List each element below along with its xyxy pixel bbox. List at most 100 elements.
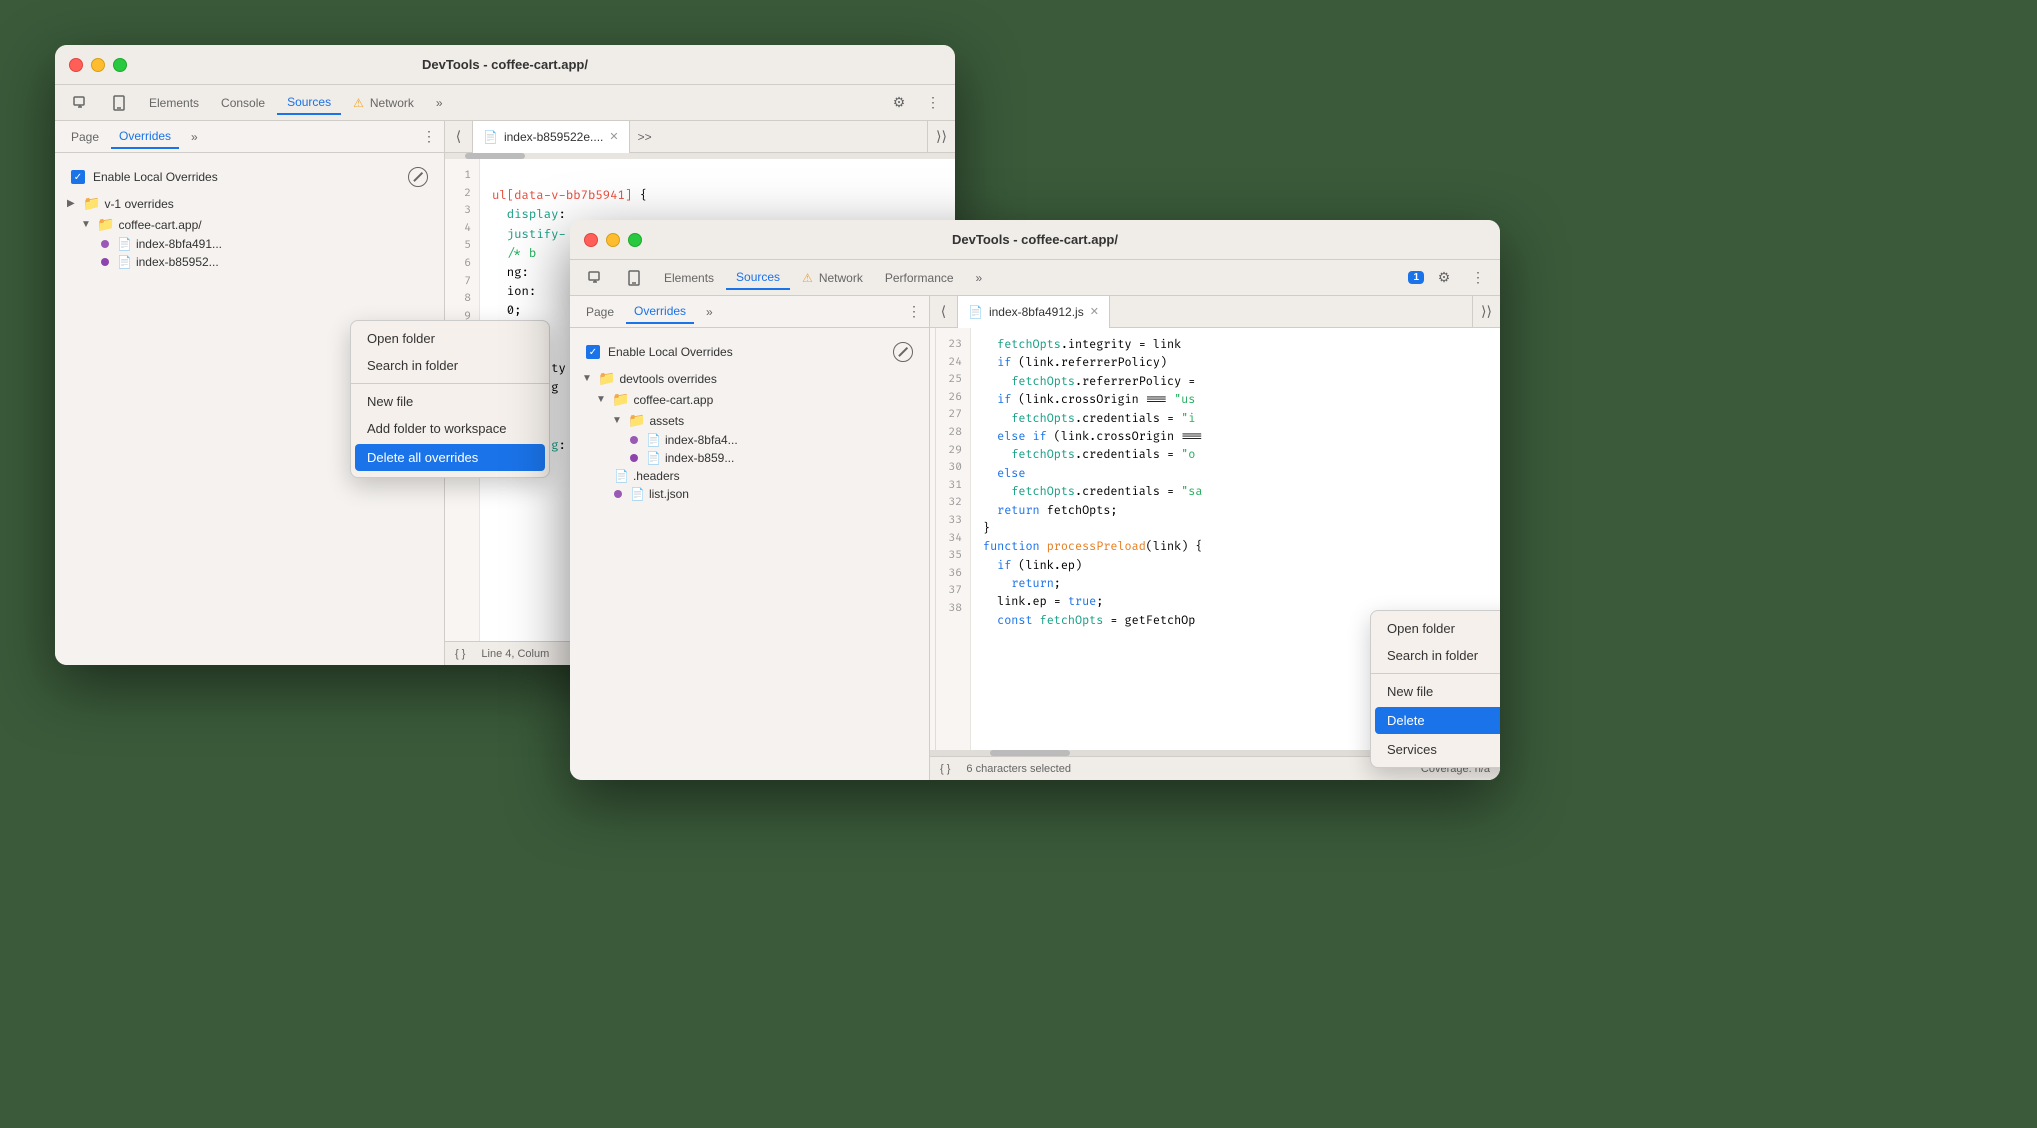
tab-network-back[interactable]: ⚠ Network [343,92,424,114]
sidebar-tab-more-front[interactable]: » [698,301,721,323]
code-line-33-front: } [983,520,1488,538]
maximize-button-back[interactable] [113,58,127,72]
tab-elements-front[interactable]: Elements [654,267,724,289]
minimize-button-front[interactable] [606,233,620,247]
code-line-27-front: fetchOpts.credentials = "i [983,410,1488,428]
tab-console-back[interactable]: Console [211,92,275,114]
enable-overrides-checkbox-back[interactable]: ✓ [71,170,85,184]
more-button-front[interactable]: ⋮ [1464,264,1492,292]
tree-file1-front[interactable]: 📄 index-8bfa4... [578,431,921,449]
sidebar-tab-page-back[interactable]: Page [63,126,107,148]
code-line-25-front: fetchOpts.referrerPolicy = [983,373,1488,391]
ctx-open-folder-back[interactable]: Open folder [351,325,549,352]
tree-arrow-assets-front: ▼ [612,415,624,426]
editor-file-tab-front[interactable]: 📄 index-8bfa4912.js ✕ [958,296,1110,328]
tree-arrow-root-back: ▶ [67,198,79,209]
sidebar-menu-front[interactable]: ⋮ [907,303,921,320]
tree-root-front[interactable]: ▼ 📁 devtools overrides [578,368,921,389]
tab-inspect-back[interactable] [63,91,99,115]
editor-sidebar-toggle-back[interactable]: ⟨ [445,121,473,153]
clear-overrides-icon-front[interactable] [893,342,913,362]
tree-file1-back[interactable]: 📄 index-8bfa491... [63,235,436,253]
editor-tab-close-front[interactable]: ✕ [1090,305,1099,318]
device-icon-front [626,270,642,286]
editor-tabs-front: ⟨ 📄 index-8bfa4912.js ✕ ⟩⟩ [930,296,1500,328]
ctx-search-folder-front[interactable]: Search in folder [1371,642,1500,669]
inspect-icon-back [73,95,89,111]
file-icon2-front: 📄 [646,451,661,465]
tree-headers-front[interactable]: 📄 .headers [578,467,921,485]
tree-root-back[interactable]: ▶ 📁 v-1 overrides [63,193,436,214]
editor-collapse-back[interactable]: ⟩⟩ [927,121,955,153]
tab-more-front[interactable]: » [966,267,993,289]
sidebar-tab-more-back[interactable]: » [183,126,206,148]
tree-listjson-front[interactable]: 📄 list.json [578,485,921,503]
tree-file2-back[interactable]: 📄 index-b85952... [63,253,436,271]
file-bullet1-back [101,240,109,248]
code-line-26-front: if (link.crossOrigin === "us [983,391,1488,409]
ctx-delete-overrides-back[interactable]: Delete all overrides [355,444,545,471]
curly-icon-back: { } [455,648,465,660]
ctx-add-folder-back[interactable]: Add folder to workspace [351,415,549,442]
sidebar-tab-overrides-back[interactable]: Overrides [111,125,179,149]
tab-more-back[interactable]: » [426,92,453,114]
sidebar-tab-overrides-front[interactable]: Overrides [626,300,694,324]
tree-arrow-root-front: ▼ [582,373,594,384]
ctx-delete-front[interactable]: Delete [1375,707,1500,734]
sidebar-menu-back[interactable]: ⋮ [422,128,436,145]
ctx-search-folder-back[interactable]: Search in folder [351,352,549,379]
maximize-button-front[interactable] [628,233,642,247]
editor-collapse-front[interactable]: ⟩⟩ [1472,296,1500,328]
close-button-front[interactable] [584,233,598,247]
code-line-2-back: ul[data-v-bb7b5941] { [492,186,943,205]
ctx-new-file-front[interactable]: New file [1371,678,1500,705]
ctx-sep1-back [351,383,549,384]
traffic-lights-front [584,233,642,247]
tab-bar-right-front: 1 ⚙ ⋮ [1408,264,1492,292]
close-button-back[interactable] [69,58,83,72]
tab-elements-back[interactable]: Elements [139,92,209,114]
code-line-30-front: else [983,465,1488,483]
editor-tab-close-back[interactable]: ✕ [609,130,618,143]
tab-performance-front[interactable]: Performance [875,267,964,289]
notification-badge-front: 1 [1408,271,1424,284]
traffic-lights-back [69,58,127,72]
tree-coffee-back[interactable]: ▼ 📁 coffee-cart.app/ [63,214,436,235]
devtools-window-front: DevTools - coffee-cart.app/ Elements Sou… [570,220,1500,780]
tree-file2-front[interactable]: 📄 index-b859... [578,449,921,467]
ctx-open-folder-front[interactable]: Open folder [1371,615,1500,642]
ctx-services-front[interactable]: Services › [1371,736,1500,763]
code-line-29-front: fetchOpts.credentials = "o [983,446,1488,464]
minimize-button-back[interactable] [91,58,105,72]
tree-coffee-front[interactable]: ▼ 📁 coffee-cart.app [578,389,921,410]
tab-sources-back[interactable]: Sources [277,91,341,115]
editor-tabs-more-back[interactable]: >> [630,130,660,144]
clear-overrides-icon-back[interactable] [408,167,428,187]
tab-device-front[interactable] [616,266,652,290]
file-icon2-back: 📄 [117,255,132,269]
folder-icon-root-front: 📁 [598,370,615,387]
code-line-34-front: function processPreload(link) { [983,538,1488,556]
settings-button-back[interactable]: ⚙ [885,89,913,117]
panel-layout-front: Page Overrides » ⋮ ✓ Enable Local Overri… [570,296,1500,780]
tree-assets-front[interactable]: ▼ 📁 assets [578,410,921,431]
scrollbar-thumb-front[interactable] [990,750,1070,756]
title-bar-back: DevTools - coffee-cart.app/ [55,45,955,85]
tab-sources-front[interactable]: Sources [726,266,790,290]
settings-button-front[interactable]: ⚙ [1430,264,1458,292]
enable-overrides-checkbox-front[interactable]: ✓ [586,345,600,359]
tab-inspect-front[interactable] [578,266,614,290]
file-icon1-front: 📄 [646,433,661,447]
file-bullet2-front [630,454,638,462]
tab-network-front[interactable]: ⚠ Network [792,267,873,289]
tab-device-back[interactable] [101,91,137,115]
title-bar-front: DevTools - coffee-cart.app/ [570,220,1500,260]
editor-file-tab-back[interactable]: 📄 index-b859522e.... ✕ [473,121,630,153]
ctx-new-file-back[interactable]: New file [351,388,549,415]
file-bullet1-front [630,436,638,444]
more-button-back[interactable]: ⋮ [919,89,947,117]
code-line-24-front: if (link.referrerPolicy) [983,354,1488,372]
sidebar-tab-page-front[interactable]: Page [578,301,622,323]
editor-sidebar-toggle-front[interactable]: ⟨ [930,296,958,328]
sidebar-front: Page Overrides » ⋮ ✓ Enable Local Overri… [570,296,930,780]
